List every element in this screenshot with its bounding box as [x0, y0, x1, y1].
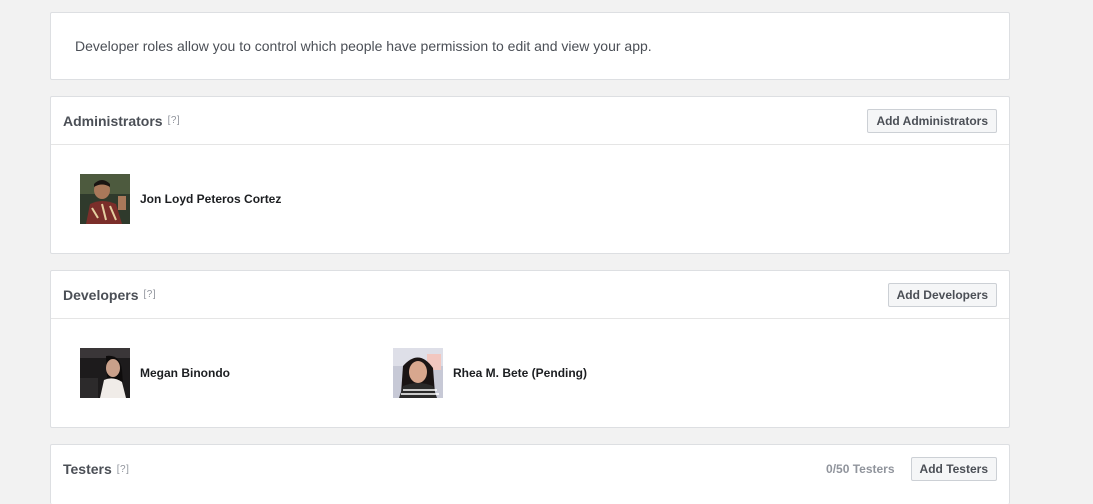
person-name[interactable]: Jon Loyd Peteros Cortez: [140, 192, 281, 206]
intro-card: Developer roles allow you to control whi…: [50, 12, 1010, 80]
developer-item[interactable]: Megan Binondo: [80, 348, 393, 398]
person-name[interactable]: Rhea M. Bete (Pending): [453, 366, 587, 380]
add-testers-button[interactable]: Add Testers: [910, 457, 997, 481]
administrator-item[interactable]: Jon Loyd Peteros Cortez: [80, 174, 393, 224]
intro-text: Developer roles allow you to control whi…: [75, 38, 652, 54]
developer-item[interactable]: Rhea M. Bete (Pending): [393, 348, 706, 398]
add-administrators-button[interactable]: Add Administrators: [867, 108, 997, 133]
administrators-title: Administrators: [63, 112, 163, 129]
developers-section: Developers [?] Add Developers Megan Bino…: [50, 270, 1010, 428]
developers-title: Developers: [63, 286, 139, 303]
administrators-section: Administrators [?] Add Administrators Jo…: [50, 96, 1010, 254]
avatar[interactable]: [80, 348, 130, 398]
developers-list: Megan Binondo Rhea M. Bete (Pending): [51, 319, 1009, 427]
testers-count: 0/50 Testers: [826, 462, 895, 476]
avatar[interactable]: [80, 174, 130, 224]
testers-section: Testers [?] 0/50 Testers Add Testers: [50, 444, 1010, 504]
administrators-list: Jon Loyd Peteros Cortez: [51, 145, 1009, 253]
developers-header: Developers [?] Add Developers: [51, 271, 1009, 319]
avatar[interactable]: [393, 348, 443, 398]
developers-help-link[interactable]: [?]: [143, 289, 156, 300]
add-developers-button[interactable]: Add Developers: [887, 282, 997, 307]
testers-help-link[interactable]: [?]: [117, 464, 130, 475]
person-name[interactable]: Megan Binondo: [140, 366, 230, 380]
roles-page: Developer roles allow you to control whi…: [50, 12, 1010, 504]
testers-title: Testers: [63, 461, 112, 477]
administrators-help-link[interactable]: [?]: [168, 115, 181, 126]
administrators-header: Administrators [?] Add Administrators: [51, 97, 1009, 145]
